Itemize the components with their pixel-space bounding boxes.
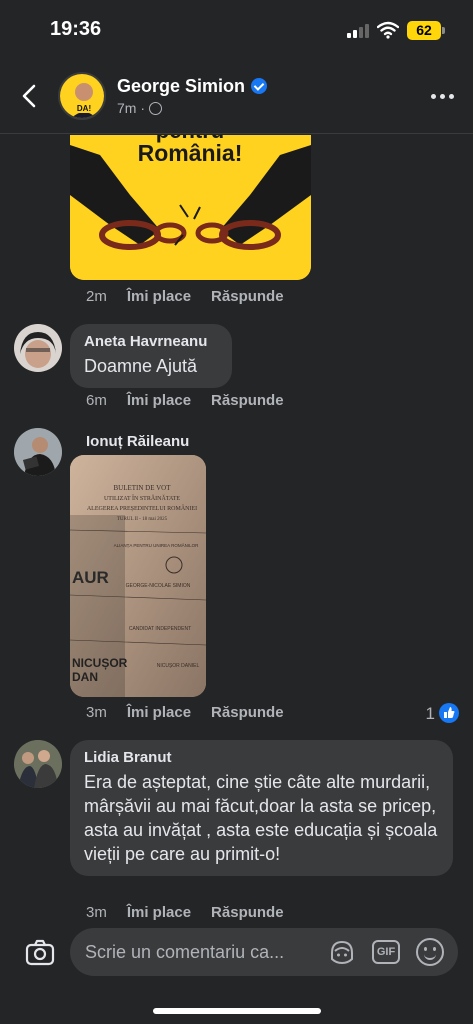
profile-name[interactable]: George Simion — [117, 76, 268, 97]
cellular-signal-icon — [347, 24, 369, 38]
comment-image-ballot[interactable]: BULETIN DE VOT UTILIZAT ÎN STRĂINĂTATE A… — [70, 455, 206, 697]
battery-icon: 62 — [407, 21, 445, 40]
comment-input-box[interactable]: GIF — [70, 928, 458, 976]
comment-time: 6m — [86, 392, 107, 409]
comment-text: Era de așteptat, cine știe câte alte mur… — [84, 772, 438, 864]
comment-bubble[interactable]: Aneta Havrneanu Doamne Ajută — [70, 324, 232, 388]
like-button[interactable]: Îmi place — [127, 904, 191, 920]
reply-button[interactable]: Răspunde — [211, 904, 284, 920]
like-reaction-icon — [439, 703, 459, 723]
ballot-text: NICUȘOR DANIEL — [157, 663, 200, 669]
like-button[interactable]: Îmi place — [127, 704, 191, 721]
svg-text:DA!: DA! — [77, 104, 91, 113]
back-arrow-icon[interactable] — [16, 80, 44, 112]
avatar[interactable] — [14, 428, 62, 476]
reaction-number: 1 — [425, 704, 435, 723]
ballot-text: UTILIZAT ÎN STRĂINĂTATE — [104, 494, 180, 502]
comment-author[interactable]: Ionuț Răileanu — [86, 433, 189, 450]
reply-button[interactable]: Răspunde — [211, 704, 284, 721]
comment-actions: 3m Îmi place Răspunde — [86, 704, 284, 721]
ballot-text: BULETIN DE VOT — [113, 484, 171, 492]
profile-avatar[interactable]: DA! — [58, 72, 106, 120]
ballot-text: GEORGE-NICOLAE SIMION — [126, 583, 191, 589]
avatar[interactable] — [14, 324, 62, 372]
globe-icon — [149, 102, 163, 115]
comment-actions: 2m Îmi place Răspunde — [86, 288, 284, 305]
comments-feed[interactable]: pentru România! 2m Îmi place Răspunde Anet… — [0, 135, 473, 920]
verified-badge-icon — [251, 78, 268, 94]
reply-button[interactable]: Răspunde — [211, 392, 284, 409]
comment-image-poster[interactable]: pentru România! — [70, 135, 311, 280]
avatar[interactable] — [14, 740, 62, 788]
camera-icon[interactable] — [24, 936, 56, 968]
comment-author[interactable]: Lidia Branut — [84, 749, 443, 766]
comment-actions: 6m Îmi place Răspunde — [86, 392, 284, 409]
comment-time: 3m — [86, 904, 107, 920]
comment-bubble[interactable]: Lidia Branut Era de așteptat, cine știe … — [70, 740, 453, 876]
comment-actions: 3m Îmi place Răspunde — [86, 904, 284, 920]
reply-button[interactable]: Răspunde — [211, 288, 284, 305]
post-meta: 7m · — [117, 100, 163, 116]
home-indicator — [153, 1008, 321, 1014]
ballot-aur-logo: AUR — [72, 568, 109, 587]
status-time: 19:36 — [50, 18, 102, 40]
ballot-text: ALIANȚA PENTRU UNIREA ROMÂNILOR — [114, 542, 200, 548]
ballot-text: DAN — [72, 670, 98, 684]
ballot-text: ALEGEREA PREȘEDINTELUI ROMÂNIEI — [87, 504, 197, 512]
avatar-sticker-icon[interactable] — [328, 939, 356, 965]
comment-text: Doamne Ajută — [84, 356, 198, 376]
ballot-text: NICUȘOR — [72, 656, 128, 670]
comment-time: 3m — [86, 704, 107, 721]
comment-time: 2m — [86, 288, 107, 305]
comment-input[interactable] — [85, 928, 315, 976]
post-header: DA! George Simion 7m · — [0, 60, 473, 134]
like-button[interactable]: Îmi place — [127, 288, 191, 305]
more-options-icon[interactable] — [431, 94, 455, 100]
emoji-icon[interactable] — [416, 938, 444, 966]
status-bar: 19:36 62 — [0, 0, 473, 60]
comment-composer: GIF — [0, 920, 473, 990]
gif-button[interactable]: GIF — [372, 940, 400, 964]
like-button[interactable]: Îmi place — [127, 392, 191, 409]
ballot-text: CANDIDAT INDEPENDENT — [129, 626, 191, 632]
comment-author[interactable]: Aneta Havrneanu — [84, 333, 218, 350]
reaction-count[interactable]: 1 — [426, 703, 459, 724]
ballot-text: TURUL II - 18 mai 2025 — [117, 517, 168, 522]
wifi-icon — [377, 21, 399, 39]
poster-line2: România! — [138, 140, 243, 166]
